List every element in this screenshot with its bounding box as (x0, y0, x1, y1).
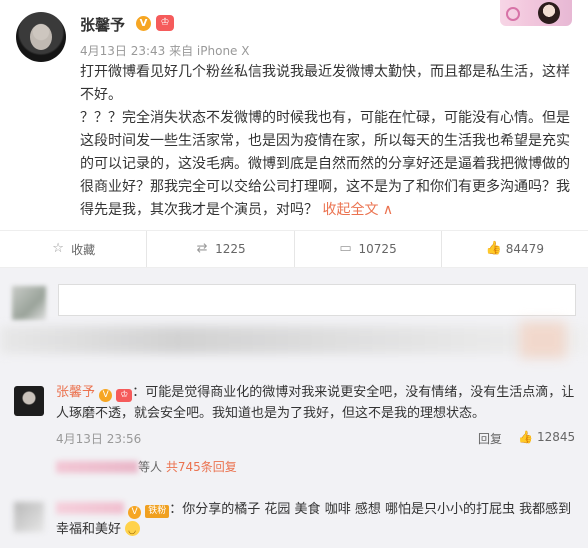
thumbs-up-icon: 👍 (518, 430, 533, 444)
commenter-avatar[interactable] (14, 386, 44, 416)
comment-like-count: 12845 (536, 430, 576, 444)
more-replies-link[interactable]: 共745条回复 (166, 460, 237, 474)
post-paragraph-1: 打开微博看见好几个粉丝私信我说我最近发微博太勤快，而且都是私生活，这样不好。 (80, 64, 570, 103)
comment-text: V 铁粉 ：你分享的橘子 花园 美食 咖啡 感想 哪怕是只小小的打屁虫 我都感到幸… (56, 500, 578, 541)
repost-icon: ⇄ (196, 241, 208, 256)
favorite-label: 收藏 (71, 242, 96, 257)
more-replies-suffix: 等人 (138, 460, 163, 474)
comment-body: ：可能是觉得商业化的微博对我来说更安全吧，没有情绪，没有生活点滴，让人琢磨不透，… (56, 385, 575, 421)
comment-icon: ▭ (339, 241, 352, 256)
repost-count: 1225 (215, 242, 246, 256)
member-crown-icon: ♔ (156, 15, 174, 31)
verified-badge-icon: V (136, 16, 151, 31)
verified-badge-icon: V (128, 506, 142, 519)
thumbs-up-icon: 👍 (485, 241, 502, 256)
comment-time: 4月13日 23:56 (56, 432, 142, 446)
author-name[interactable]: 张馨予 (80, 14, 125, 35)
blurred-comment-row (0, 326, 588, 354)
comment-input[interactable] (58, 284, 576, 316)
comments-section: 张馨予 V ♔ ：可能是觉得商业化的微博对我来说更安全吧，没有情绪，没有生活点滴，… (0, 268, 588, 548)
favorite-button[interactable]: ☆ 收藏 (0, 231, 146, 267)
post-body: 打开微博看见好几个粉丝私信我说我最近发微博太勤快，而且都是私生活，这样不好。 ？… (80, 61, 572, 222)
post-paragraph-2: ？？？完全消失状态不发微博的时候我也有，可能在忙碌，可能没有心情。但是这段时间发… (80, 107, 572, 222)
star-icon: ☆ (52, 241, 64, 256)
fan-badge: 铁粉 (145, 505, 170, 518)
comment-item: V 铁粉 ：你分享的橘子 花园 美食 咖啡 感想 哪怕是只小小的打屁虫 我都感到幸… (0, 496, 588, 548)
comment-like-button[interactable]: 👍 12845 (518, 430, 575, 444)
weibo-post: 张馨予 V ♔ 4月13日 23:43 来自 iPhone X 打开微博看见好几… (0, 0, 588, 272)
action-bar: ☆ 收藏 ⇄ 1225 ▭ 10725 👍 84479 (0, 230, 588, 268)
verified-badge-icon: V (99, 389, 113, 402)
comment-text: 张馨予 V ♔ ：可能是觉得商业化的微博对我来说更安全吧，没有情绪，没有生活点滴，… (56, 382, 578, 424)
smile-emoji-icon (125, 521, 141, 541)
profile-banner-icon[interactable] (500, 0, 572, 26)
collapse-link[interactable]: 收起全文 ∧ (322, 202, 393, 218)
comment-count: 10725 (358, 242, 397, 256)
like-count: 84479 (505, 242, 544, 256)
comment-item: 张馨予 V ♔ ：可能是觉得商业化的微博对我来说更安全吧，没有情绪，没有生活点滴，… (0, 372, 588, 447)
member-crown-icon: ♔ (116, 389, 133, 402)
post-meta: 4月13日 23:43 来自 iPhone X (80, 44, 250, 58)
blurred-username[interactable] (56, 502, 124, 514)
blurred-username (56, 461, 138, 473)
more-replies: 等人 共745条回复 (56, 458, 356, 478)
reply-button[interactable]: 回复 (478, 430, 502, 447)
comment-button[interactable]: ▭ 10725 (293, 231, 441, 267)
like-button[interactable]: 👍 84479 (440, 231, 588, 267)
commenter-avatar[interactable] (14, 502, 44, 532)
blurred-image (520, 322, 566, 358)
commenter-name[interactable]: 张馨予 (56, 385, 95, 400)
current-user-avatar (12, 286, 46, 320)
repost-button[interactable]: ⇄ 1225 (146, 231, 293, 267)
author-avatar[interactable] (16, 12, 66, 62)
